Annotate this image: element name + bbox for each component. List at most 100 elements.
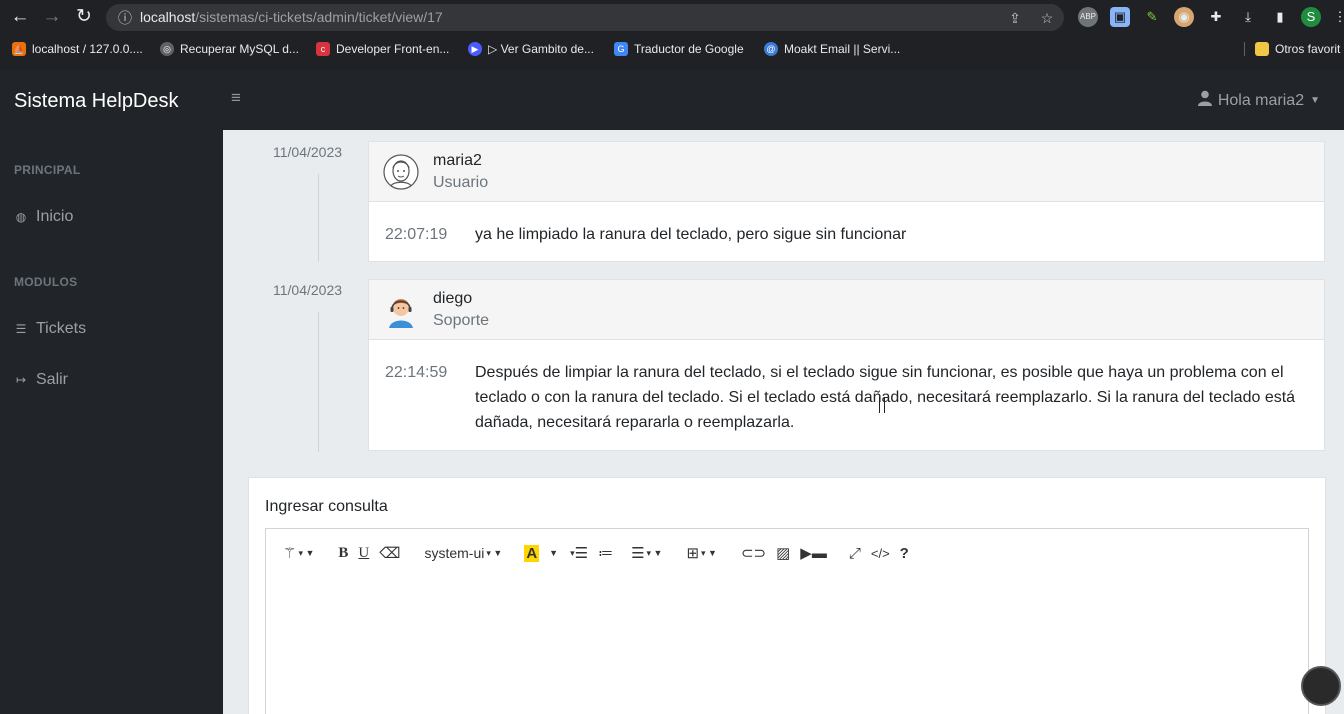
user-menu-dropdown[interactable]: Hola maria2 ▼ (1197, 90, 1320, 111)
brand-title[interactable]: Sistema HelpDesk (14, 90, 179, 113)
url-path: /sistemas/ci-tickets/admin/ticket/view/1… (195, 9, 443, 25)
user-icon (1197, 90, 1212, 111)
phpmyadmin-icon: ⛵ (12, 42, 26, 56)
frontend-icon: c (316, 42, 330, 56)
sidebar-item-salir[interactable]: ↦ Salir (14, 371, 68, 389)
bookmarks-bar: ⛵ localhost / 127.0.0.... ◎ Recuperar MySQ… (0, 36, 1344, 66)
bookmark-item[interactable]: G Traductor de Google (614, 42, 744, 56)
info-icon[interactable]: ⓘ (116, 9, 134, 27)
text-cursor-icon (879, 397, 885, 413)
link-button[interactable]: ⊂⊃ (736, 540, 771, 566)
message-header: diego Soporte (369, 280, 1324, 340)
consulta-label: Ingresar consulta (265, 498, 388, 515)
url-input[interactable]: ⓘ localhost/sistemas/ci-tickets/admin/ti… (106, 4, 1064, 31)
chevron-down-icon: ▼ (1310, 95, 1320, 106)
message-card: maria2 Usuario 22:07:19 ya he limpiado l… (368, 141, 1325, 262)
link-icon: ⊂⊃ (740, 545, 767, 562)
back-icon[interactable]: ← (8, 6, 32, 28)
bookmark-item[interactable]: @ Moakt Email || Servi... (764, 42, 900, 56)
share-icon[interactable]: ⇪ (1006, 9, 1024, 27)
message-card: diego Soporte 22:14:59 Después de limpia… (368, 279, 1325, 451)
bold-button[interactable]: B (333, 540, 353, 566)
consulta-form-card: Ingresar consulta ⚚ ▾ ▼ B U ⌫ system-ui ▾ … (248, 477, 1326, 714)
screen-extension-icon[interactable]: ▣ (1110, 7, 1130, 27)
rich-text-editor: ⚚ ▾ ▼ B U ⌫ system-ui ▾ ▼ A ▼ ▾ ☰ ≔ ☰ ▾ ▼ ⊞ ▾ … (265, 528, 1309, 714)
browser-chrome: ← → ↻ ⓘ localhost/sistemas/ci-tickets/ad… (0, 0, 1344, 70)
top-navbar: ≡ Hola maria2 ▼ (223, 70, 1344, 130)
play-icon: ▶ (468, 42, 482, 56)
bookmark-item[interactable]: ⛵ localhost / 127.0.0.... (12, 42, 143, 56)
reload-icon[interactable]: ↻ (72, 6, 96, 28)
code-view-button[interactable]: </> (866, 540, 895, 566)
help-icon: ? (899, 544, 909, 562)
user-avatar-icon (383, 154, 419, 190)
fullscreen-button[interactable]: ⤢ (844, 540, 866, 566)
code-icon: </> (870, 545, 890, 561)
help-button[interactable]: ? (895, 540, 914, 566)
face-extension-icon[interactable]: ◉ (1174, 7, 1194, 27)
puzzle-extensions-icon[interactable]: ✚ (1206, 7, 1226, 27)
underline-icon: U (358, 544, 370, 561)
underline-button[interactable]: U (353, 540, 374, 566)
bookmark-item[interactable]: c Developer Front-en... (316, 42, 449, 56)
image-icon: ▨ (776, 545, 791, 562)
profile-avatar[interactable]: S (1301, 7, 1321, 27)
pen-extension-icon[interactable]: ✎ (1142, 7, 1162, 27)
section-heading-principal: PRINCIPAL (14, 163, 81, 177)
side-panel-icon[interactable]: ▮ (1270, 7, 1290, 27)
editor-toolbar: ⚚ ▾ ▼ B U ⌫ system-ui ▾ ▼ A ▼ ▾ ☰ ≔ ☰ ▾ ▼ ⊞ ▾ … (266, 529, 1308, 577)
forward-icon[interactable]: → (40, 6, 64, 28)
timeline-line (318, 174, 319, 262)
globe-icon: ◎ (160, 42, 174, 56)
section-heading-modulos: MODULOS (14, 275, 78, 289)
browser-menu-icon[interactable]: ⋮ (1330, 7, 1344, 27)
message-text: Después de limpiar la ranura del teclado… (475, 364, 1296, 431)
numbered-list-icon: ≔ (598, 545, 614, 562)
sidebar-item-label: Tickets (36, 320, 87, 337)
timeline-date: 11/04/2023 (273, 282, 343, 298)
align-left-icon: ☰ (631, 545, 645, 562)
paragraph-align-button[interactable]: ☰ ▾ ▼ (626, 540, 667, 566)
style-wand-button[interactable]: ⚚ ▾ ▼ (278, 540, 319, 566)
message-author: diego (433, 290, 473, 307)
download-icon[interactable]: ⤓ (1238, 7, 1258, 27)
font-family-select[interactable]: system-ui ▾ ▼ (419, 540, 507, 566)
sidebar-item-inicio[interactable]: ◍ Inicio (14, 208, 74, 226)
sidebar-item-label: Inicio (36, 208, 74, 225)
video-button[interactable]: ▶▬ (795, 540, 832, 566)
sidebar-item-tickets[interactable]: ☰ Tickets (14, 320, 86, 338)
url-text: localhost/sistemas/ci-tickets/admin/tick… (140, 4, 443, 31)
user-greeting: Hola maria2 (1217, 91, 1305, 109)
message-header: maria2 Usuario (369, 142, 1324, 202)
chevron-down-icon: ▾ ▼ (486, 547, 503, 558)
menu-toggle-icon[interactable]: ≡ (231, 89, 247, 106)
chevron-down-icon: ▾ ▼ (646, 547, 663, 558)
timeline-line (318, 312, 319, 452)
ordered-list-button[interactable]: ≔ (593, 540, 618, 566)
clear-format-button[interactable]: ⌫ (374, 540, 405, 566)
support-avatar-icon (383, 292, 419, 328)
editor-content-area[interactable] (266, 577, 1308, 714)
video-icon: ▶▬ (800, 545, 827, 562)
timeline-date: 11/04/2023 (273, 144, 343, 160)
sidebar: Sistema HelpDesk PRINCIPAL ◍ Inicio MODU… (0, 70, 223, 714)
adblock-extension-icon[interactable]: ABP (1078, 7, 1098, 27)
chevron-down-icon: ▾ ▼ (701, 547, 717, 558)
image-button[interactable]: ▨ (771, 540, 795, 566)
font-family-value: system-ui (424, 545, 485, 561)
bookmark-item[interactable]: ◎ Recuperar MySQL d... (160, 42, 299, 56)
message-text: ya he limpiado la ranura del teclado, pe… (475, 226, 907, 243)
email-icon: @ (764, 42, 778, 56)
table-button[interactable]: ⊞ ▾ ▼ (681, 540, 722, 566)
other-bookmarks[interactable]: Otros favorit (1244, 42, 1340, 56)
bookmark-item[interactable]: ▶ ▷ Ver Gambito de... (468, 42, 594, 56)
chevron-down-icon: ▾ ▼ (298, 547, 315, 558)
bookmark-star-icon[interactable]: ☆ (1038, 9, 1056, 27)
message-time: 22:14:59 (385, 364, 448, 381)
text-color-button[interactable]: A ▼ (519, 540, 563, 566)
folder-icon (1255, 42, 1269, 56)
fullscreen-icon: ⤢ (848, 544, 861, 562)
recording-widget-icon[interactable] (1301, 666, 1341, 706)
unordered-list-button[interactable]: ▾ ☰ (563, 540, 593, 566)
url-host: localhost (140, 9, 196, 25)
